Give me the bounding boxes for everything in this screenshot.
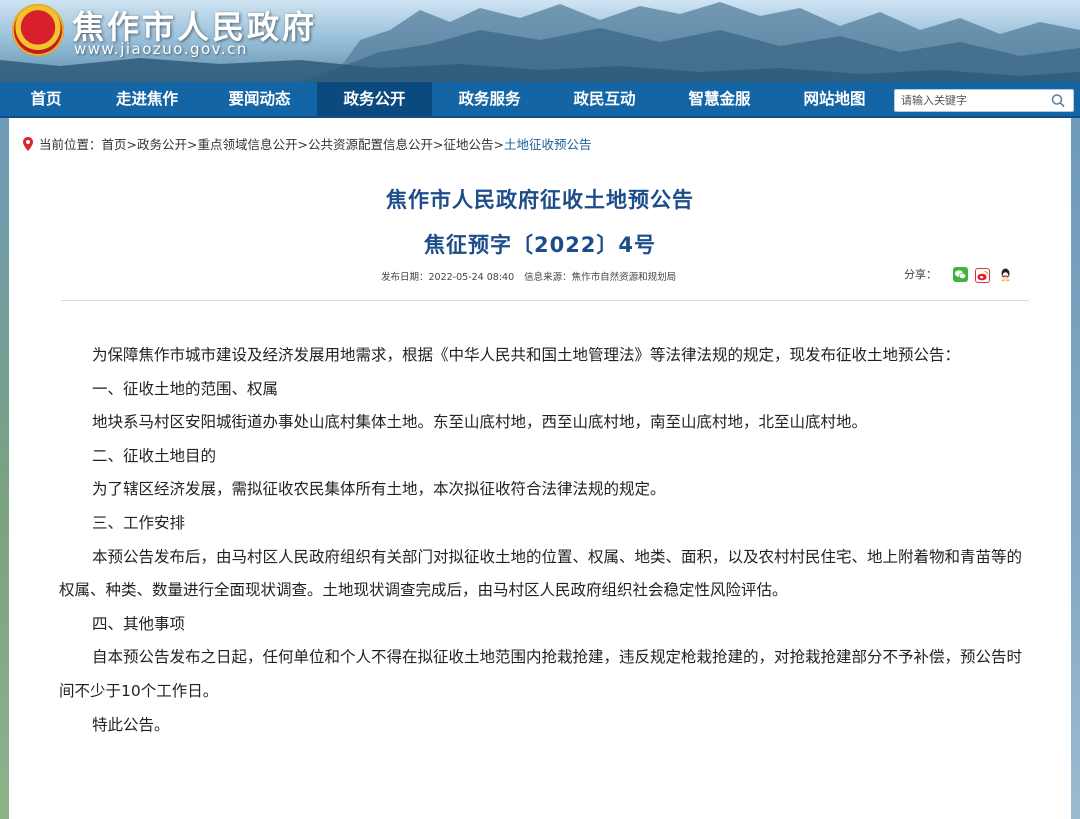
article-section-heading: 三、工作安排 [92, 513, 186, 532]
header-banner: 焦作市人民政府 www.jiaozuo.gov.cn [0, 0, 1080, 82]
share-label: 分享： [904, 268, 937, 281]
site-url: www.jiaozuo.gov.cn [74, 40, 248, 58]
breadcrumb-current[interactable]: 土地征收预公告 [504, 137, 592, 152]
nav-gov-affairs-open[interactable]: 政务公开 [317, 82, 432, 116]
breadcrumb-prefix: 当前位置： [39, 137, 102, 152]
content-area: 当前位置：首页>政务公开>重点领域信息公开>公共资源配置信息公开>征地公告>土地… [9, 118, 1071, 819]
national-emblem-logo[interactable] [12, 4, 64, 56]
nav-home[interactable]: 首页 [0, 82, 92, 116]
article-paragraph: 自本预公告发布之日起，任何单位和个人不得在拟征收土地范围内抢栽抢建，违反规定枪栽… [59, 648, 1023, 700]
qq-icon[interactable] [997, 267, 1013, 282]
article-document-number: 焦征预字〔2022〕4号 [423, 233, 657, 257]
nav-smart-finance[interactable]: 智慧金服 [662, 82, 777, 116]
article-section-heading: 二、征收土地目的 [92, 446, 217, 465]
article-meta: 发布日期：2022-05-24 08:40 信息来源：焦作市自然资源和规划局 [381, 269, 686, 283]
nav-sitemap[interactable]: 网站地图 [777, 82, 892, 116]
article-section-heading: 一、征收土地的范围、权属 [92, 379, 279, 398]
breadcrumb-gov-affairs-open[interactable]: 政务公开 [137, 137, 187, 152]
article-section-heading: 四、其他事项 [92, 614, 186, 633]
title-divider [61, 300, 1029, 301]
breadcrumb: 当前位置：首页>政务公开>重点领域信息公开>公共资源配置信息公开>征地公告>土地… [23, 134, 592, 152]
article-paragraph: 为保障焦作市城市建设及经济发展用地需求，根据《中华人民共和国土地管理法》等法律法… [92, 346, 961, 364]
nav-about-jiaozuo[interactable]: 走进焦作 [92, 82, 202, 116]
location-pin-icon [23, 137, 33, 154]
breadcrumb-home[interactable]: 首页 [102, 137, 127, 152]
weibo-icon[interactable] [975, 268, 990, 283]
article-paragraph: 为了辖区经济发展，需拟征收农民集体所有土地，本次拟征收符合法律法规的规定。 [92, 480, 666, 499]
publish-date: 发布日期：2022-05-24 08:40 [381, 272, 515, 283]
site-name[interactable]: 焦作市人民政府 [72, 2, 317, 46]
search-box [894, 89, 1074, 112]
share-bar: 分享： [904, 266, 1013, 283]
breadcrumb-land-notice[interactable]: 征地公告 [444, 137, 494, 152]
search-icon [1051, 94, 1065, 108]
nav-interaction[interactable]: 政民互动 [547, 82, 662, 116]
search-input[interactable] [895, 90, 1045, 111]
article-body: 为保障焦作市城市建设及经济发展用地需求，根据《中华人民共和国土地管理法》等法律法… [59, 339, 1033, 742]
wechat-icon[interactable] [952, 267, 968, 282]
info-source: 信息来源：焦作市自然资源和规划局 [524, 272, 677, 283]
article-title: 焦作市人民政府征收土地预公告 [386, 188, 694, 212]
article-closing: 特此公告。 [92, 715, 170, 734]
nav-news[interactable]: 要闻动态 [202, 82, 317, 116]
article-paragraph: 地块系马村区安阳城街道办事处山底村集体土地。东至山底村地，西至山底村地，南至山底… [92, 413, 868, 432]
page-side-background-left [0, 118, 9, 819]
breadcrumb-public-resources[interactable]: 公共资源配置信息公开 [308, 137, 433, 152]
page-side-background-right [1071, 118, 1080, 819]
search-button[interactable] [1045, 91, 1071, 110]
breadcrumb-key-areas[interactable]: 重点领域信息公开 [198, 137, 298, 152]
nav-gov-services[interactable]: 政务服务 [432, 82, 547, 116]
main-nav: 首页 走进焦作 要闻动态 政务公开 政务服务 政民互动 智慧金服 网站地图 [0, 82, 1080, 118]
article-paragraph: 本预公告发布后，由马村区人民政府组织有关部门对拟征收土地的位置、权属、地类、面积… [59, 547, 1023, 600]
